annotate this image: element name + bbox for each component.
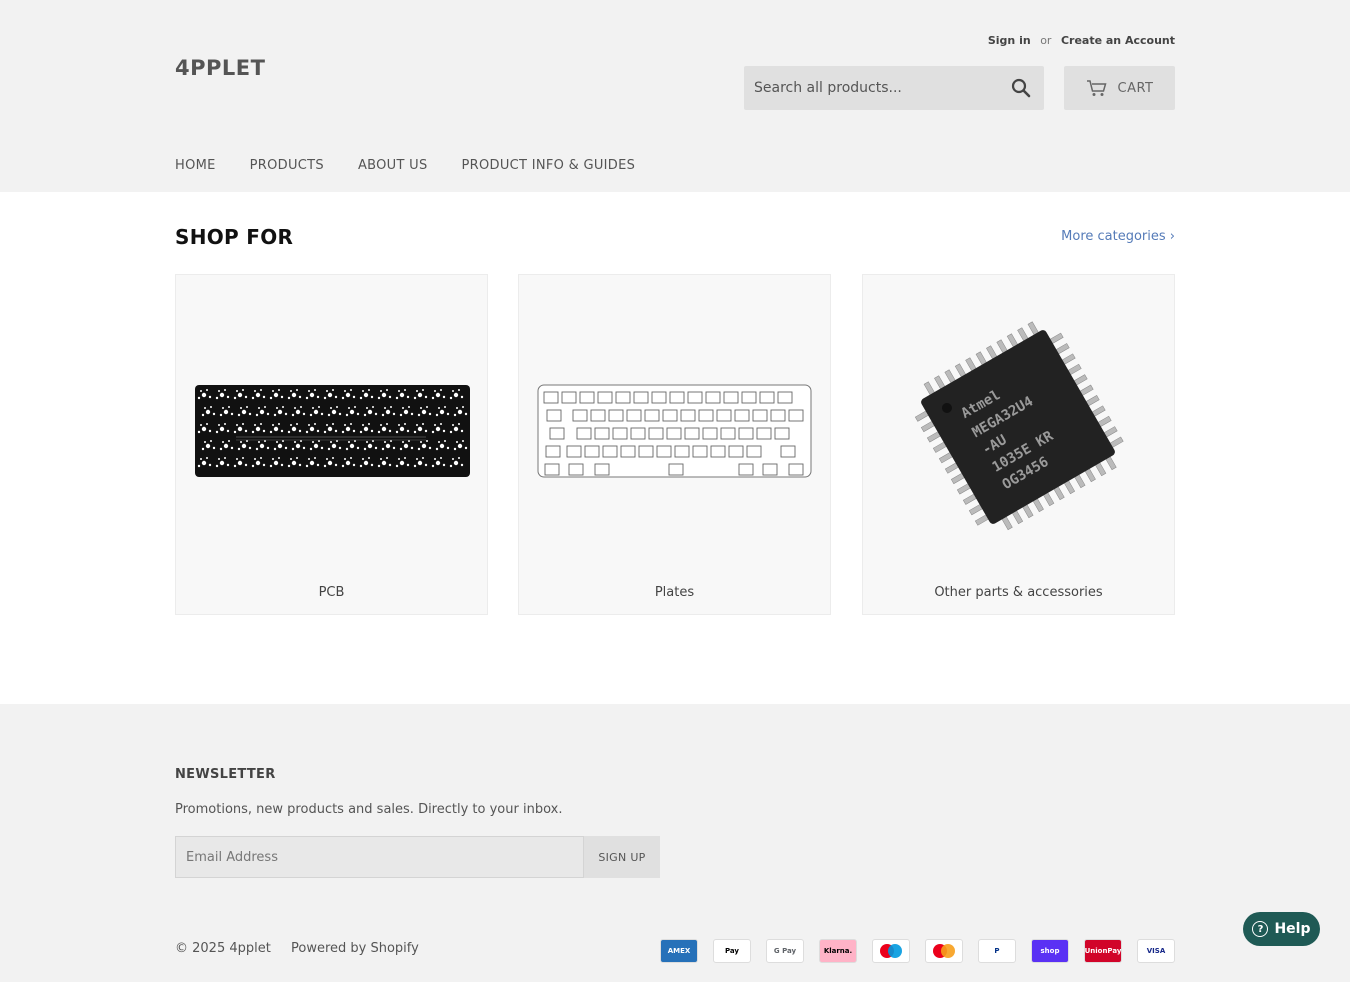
sign-in-link[interactable]: Sign in: [988, 34, 1031, 47]
nav-products[interactable]: PRODUCTS: [250, 158, 324, 173]
site-header: 4PPLET Sign in or Create an Account CART…: [0, 0, 1350, 192]
paypal-icon: P: [978, 939, 1016, 963]
newsletter-form: SIGN UP: [175, 836, 660, 878]
newsletter-description: Promotions, new products and sales. Dire…: [175, 802, 563, 817]
nav-product-info-guides[interactable]: PRODUCT INFO & GUIDES: [462, 158, 636, 173]
site-footer: NEWSLETTER Promotions, new products and …: [0, 704, 1350, 982]
newsletter-title: NEWSLETTER: [175, 767, 276, 782]
union-pay-icon: UnionPay: [1084, 939, 1122, 963]
cart-icon: [1086, 80, 1106, 96]
nav-about-us[interactable]: ABOUT US: [358, 158, 428, 173]
google-pay-icon: G Pay: [766, 939, 804, 963]
site-logo[interactable]: 4PPLET: [175, 56, 265, 80]
category-card-plates[interactable]: Plates: [518, 274, 831, 615]
klarna-icon: Klarna.: [819, 939, 857, 963]
more-categories-link[interactable]: More categories ›: [1061, 229, 1175, 244]
category-card-other-parts[interactable]: Atmel MEGA32U4 -AU 1035E KR OG3456 Other…: [862, 274, 1175, 615]
account-links: Sign in or Create an Account: [988, 34, 1175, 47]
plate-image: [537, 384, 812, 478]
nav-home[interactable]: HOME: [175, 158, 216, 173]
shop-pay-icon: shop: [1031, 939, 1069, 963]
category-label: Plates: [654, 585, 695, 600]
help-label: Help: [1274, 921, 1311, 937]
section-title: SHOP FOR: [175, 225, 294, 249]
maestro-icon: [872, 939, 910, 963]
powered-by-shopify-link[interactable]: Powered by Shopify: [291, 941, 419, 956]
sign-up-button[interactable]: SIGN UP: [584, 836, 660, 878]
payment-icons: AMEX Pay G Pay Klarna. Pshop UnionPay VISA: [660, 939, 1175, 963]
category-label: Other parts & accessories: [934, 585, 1103, 600]
help-icon: ?: [1252, 921, 1269, 937]
microchip-image: Atmel MEGA32U4 -AU 1035E KR OG3456: [914, 321, 1124, 531]
mastercard-icon: [925, 939, 963, 963]
american-express-icon: AMEX: [660, 939, 698, 963]
visa-icon: VISA: [1137, 939, 1175, 963]
cart-label: CART: [1117, 80, 1154, 96]
category-label: PCB: [318, 585, 345, 600]
search-input[interactable]: [744, 66, 994, 110]
apple-pay-icon: Pay: [713, 939, 751, 963]
pcb-image: [195, 385, 470, 477]
copyright-text: © 2025 4pplet: [175, 941, 271, 956]
copyright: © 2025 4pplet Powered by Shopify: [175, 941, 419, 956]
cart-button[interactable]: CART: [1064, 66, 1175, 110]
help-button[interactable]: ? Help: [1243, 912, 1320, 946]
search-icon[interactable]: [1010, 77, 1034, 99]
or-text: or: [1040, 34, 1052, 47]
email-field[interactable]: [175, 836, 584, 878]
create-account-link[interactable]: Create an Account: [1061, 34, 1175, 47]
category-card-pcb[interactable]: PCB: [175, 274, 488, 615]
search-bar: [744, 66, 1044, 110]
main-nav: HOME PRODUCTS ABOUT US PRODUCT INFO & GU…: [175, 158, 635, 173]
